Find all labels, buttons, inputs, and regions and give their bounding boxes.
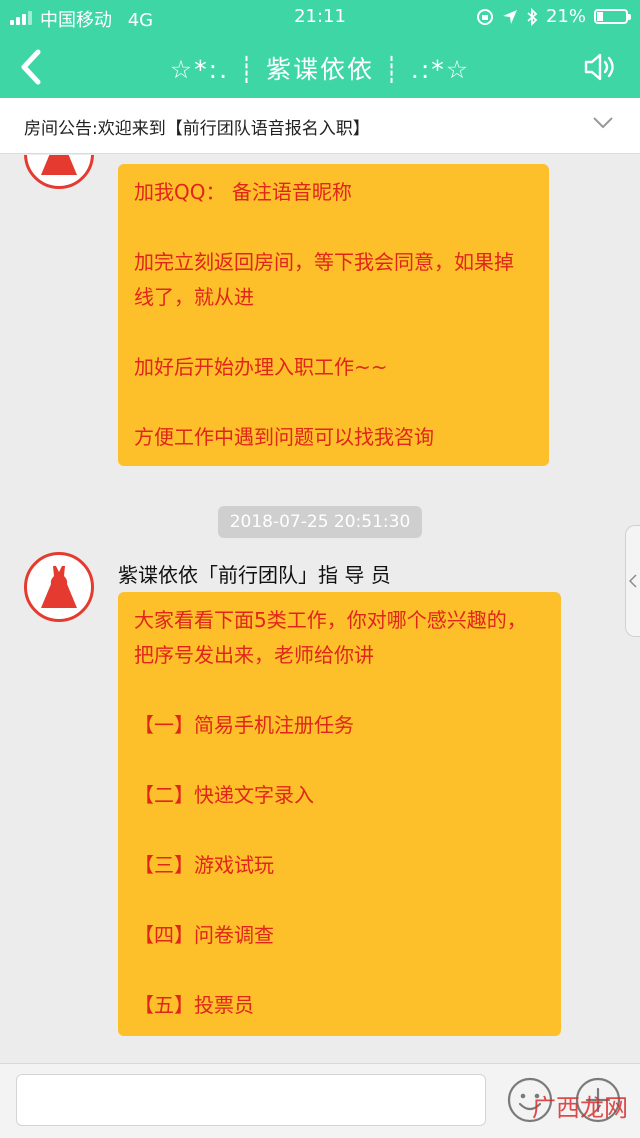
- location-icon: [502, 9, 517, 24]
- message-line: 【五】投票员: [134, 993, 254, 1017]
- message-line: [134, 813, 543, 848]
- chat-area[interactable]: 加我QQ： 备注语音昵称 加完立刻返回房间，等下我会同意，如果掉线了，就从进 加…: [0, 155, 640, 1063]
- announcement-text: 房间公告:欢迎来到【前行团队语音报名入职】: [24, 119, 370, 139]
- chevron-left-icon[interactable]: [16, 48, 46, 86]
- message-line: [134, 673, 543, 708]
- speaker-icon[interactable]: [582, 50, 618, 84]
- message-line: 【四】问卷调查: [134, 923, 274, 947]
- message-line: 【一】简易手机注册任务: [134, 713, 354, 737]
- message-line: 加好后开始办理入职工作~~: [134, 355, 388, 379]
- dress-icon: [41, 155, 77, 175]
- message-bubble[interactable]: 大家看看下面5类工作，你对哪个感兴趣的，把序号发出来，老师给你讲 【一】简易手机…: [118, 592, 561, 1036]
- input-bar: [0, 1063, 640, 1138]
- avatar[interactable]: [24, 552, 94, 622]
- message-line: 【二】快递文字录入: [134, 783, 314, 807]
- chevron-left-icon: [629, 574, 637, 588]
- room-title: ☆*:. ┊ 紫谍依依 ┊ .:*☆: [169, 55, 471, 84]
- message-line: 加我QQ： 备注语音昵称: [134, 180, 352, 204]
- chevron-down-icon[interactable]: [592, 116, 614, 130]
- battery-icon: [594, 9, 631, 24]
- message-line: 加完立刻返回房间，等下我会同意，如果掉线了，就从进: [134, 250, 514, 309]
- battery-level: [597, 12, 603, 21]
- nav-bar: ☆*:. ┊ 紫谍依依 ┊ .:*☆: [0, 36, 640, 98]
- emoji-icon[interactable]: [506, 1076, 554, 1124]
- battery-percent: 21%: [545, 6, 586, 27]
- message-line: 方便工作中遇到问题可以找我咨询: [134, 425, 434, 449]
- message-line: [134, 385, 531, 420]
- side-drawer-handle[interactable]: [625, 525, 640, 637]
- message-bubble[interactable]: 加我QQ： 备注语音昵称 加完立刻返回房间，等下我会同意，如果掉线了，就从进 加…: [118, 164, 549, 466]
- plus-icon[interactable]: [574, 1076, 622, 1124]
- message-input[interactable]: [16, 1074, 486, 1126]
- dress-icon: [41, 566, 77, 608]
- status-right: 21%: [476, 6, 631, 27]
- message-line: 【三】游戏试玩: [134, 853, 274, 877]
- room-announcement[interactable]: 房间公告:欢迎来到【前行团队语音报名入职】: [0, 98, 640, 154]
- sender-name: 紫谍依依「前行团队」指 导 员: [118, 563, 391, 587]
- bluetooth-icon: [527, 7, 538, 26]
- avatar[interactable]: [24, 155, 94, 189]
- message-line: [134, 743, 543, 778]
- status-bar: 中国移动 4G 21:11 21%: [0, 0, 640, 36]
- rotation-lock-icon: [476, 8, 493, 25]
- message-line: [134, 883, 543, 918]
- message-line: [134, 315, 531, 350]
- message-line: [134, 953, 543, 988]
- message-line: [134, 210, 531, 245]
- message-line: 大家看看下面5类工作，你对哪个感兴趣的，把序号发出来，老师给你讲: [134, 608, 527, 667]
- message-timestamp: 2018-07-25 20:51:30: [218, 506, 422, 538]
